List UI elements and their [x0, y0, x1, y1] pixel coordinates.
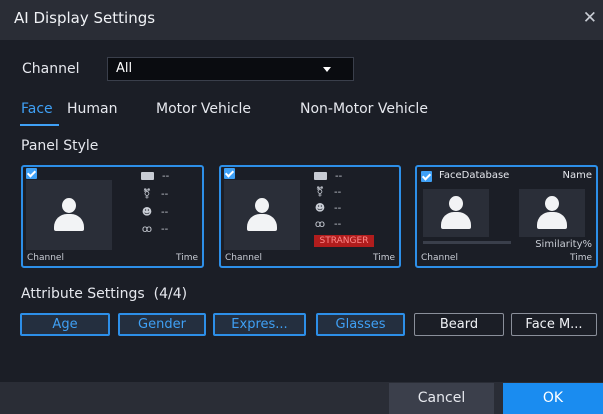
- channel-label: Channel: [22, 61, 80, 77]
- person-icon: [441, 196, 471, 230]
- card-channel-label: Channel: [421, 253, 458, 263]
- snapshot-thumbnail: [423, 189, 489, 237]
- person-icon: [54, 198, 84, 232]
- attr-row-expression: ☻ --: [141, 207, 169, 218]
- attr-chip-age[interactable]: Age: [20, 313, 110, 336]
- attr-chip-beard[interactable]: Beard: [414, 313, 504, 336]
- glasses-icon: ꝏ: [314, 219, 326, 230]
- attr-row-gender: ⚧ --: [315, 187, 342, 198]
- attr-chip-face-mask[interactable]: Face M...: [511, 313, 597, 336]
- attribute-settings-heading: Attribute Settings (4/4): [21, 286, 188, 302]
- attr-row-glasses: ꝏ --: [141, 224, 169, 235]
- card-time-label: Time: [372, 253, 395, 263]
- card-time-label: Time: [175, 253, 198, 263]
- card-channel-label: Channel: [27, 253, 64, 263]
- attr-row-glasses: ꝏ --: [314, 219, 342, 230]
- title-bar: AI Display Settings ✕: [0, 0, 603, 40]
- panel-style-card-basic[interactable]: -- ⚧ -- ☻ -- ꝏ -- Channel Time: [21, 165, 204, 268]
- person-icon: [537, 196, 567, 230]
- panel-style-2-checkbox[interactable]: [224, 168, 235, 179]
- tab-human[interactable]: Human: [67, 101, 118, 117]
- tab-face[interactable]: Face: [21, 101, 53, 117]
- face-thumbnail: [26, 180, 112, 250]
- attr-row-expression: ☻ --: [314, 203, 342, 214]
- channel-select-value: All: [116, 61, 133, 76]
- card-time-label: Time: [569, 253, 592, 263]
- panel-style-1-checkbox[interactable]: [26, 168, 37, 179]
- similarity-label: Similarity%: [535, 239, 592, 250]
- ai-display-settings-dialog: AI Display Settings ✕ Channel All Face H…: [0, 0, 603, 414]
- attr-row-gender: ⚧ --: [142, 189, 169, 200]
- attr-chip-gender[interactable]: Gender: [118, 313, 206, 336]
- chevron-down-icon: [323, 67, 331, 72]
- name-label: Name: [562, 170, 592, 181]
- similarity-bar: [423, 241, 511, 244]
- close-icon[interactable]: ✕: [583, 8, 597, 28]
- face-thumbnail: [224, 180, 300, 250]
- gender-icon: ⚧: [142, 189, 152, 200]
- panel-style-heading: Panel Style: [21, 138, 99, 154]
- face-expression-icon: ☻: [314, 203, 326, 214]
- age-icon: [141, 172, 154, 180]
- face-database-label: FaceDatabase: [439, 170, 510, 181]
- attr-chip-glasses[interactable]: Glasses: [316, 313, 405, 336]
- glasses-icon: ꝏ: [141, 224, 153, 235]
- active-tab-underline: [20, 124, 59, 126]
- panel-style-3-checkbox[interactable]: [421, 171, 432, 182]
- cancel-button[interactable]: Cancel: [389, 383, 494, 414]
- attr-row-age: --: [314, 171, 342, 185]
- age-icon: [314, 172, 327, 180]
- tab-motor-vehicle[interactable]: Motor Vehicle: [156, 101, 251, 117]
- card-channel-label: Channel: [225, 253, 262, 263]
- channel-select[interactable]: All: [107, 57, 354, 81]
- attr-chip-expression[interactable]: Expres...: [213, 313, 306, 336]
- face-expression-icon: ☻: [141, 207, 153, 218]
- panel-style-card-face-database[interactable]: FaceDatabase Name Similarity% Channel Ti…: [415, 165, 598, 268]
- attribute-count: (4/4): [153, 286, 188, 302]
- panel-style-card-stranger[interactable]: -- ⚧ -- ☻ -- ꝏ -- STRANGER Channel Time: [219, 165, 401, 268]
- attr-row-age: --: [141, 171, 169, 185]
- gender-icon: ⚧: [315, 187, 325, 198]
- dialog-title: AI Display Settings: [14, 9, 156, 27]
- person-icon: [247, 198, 277, 232]
- database-face-thumbnail: [519, 189, 585, 237]
- tab-non-motor-vehicle[interactable]: Non-Motor Vehicle: [300, 101, 428, 117]
- stranger-badge: STRANGER: [314, 235, 374, 247]
- ok-button[interactable]: OK: [503, 383, 603, 414]
